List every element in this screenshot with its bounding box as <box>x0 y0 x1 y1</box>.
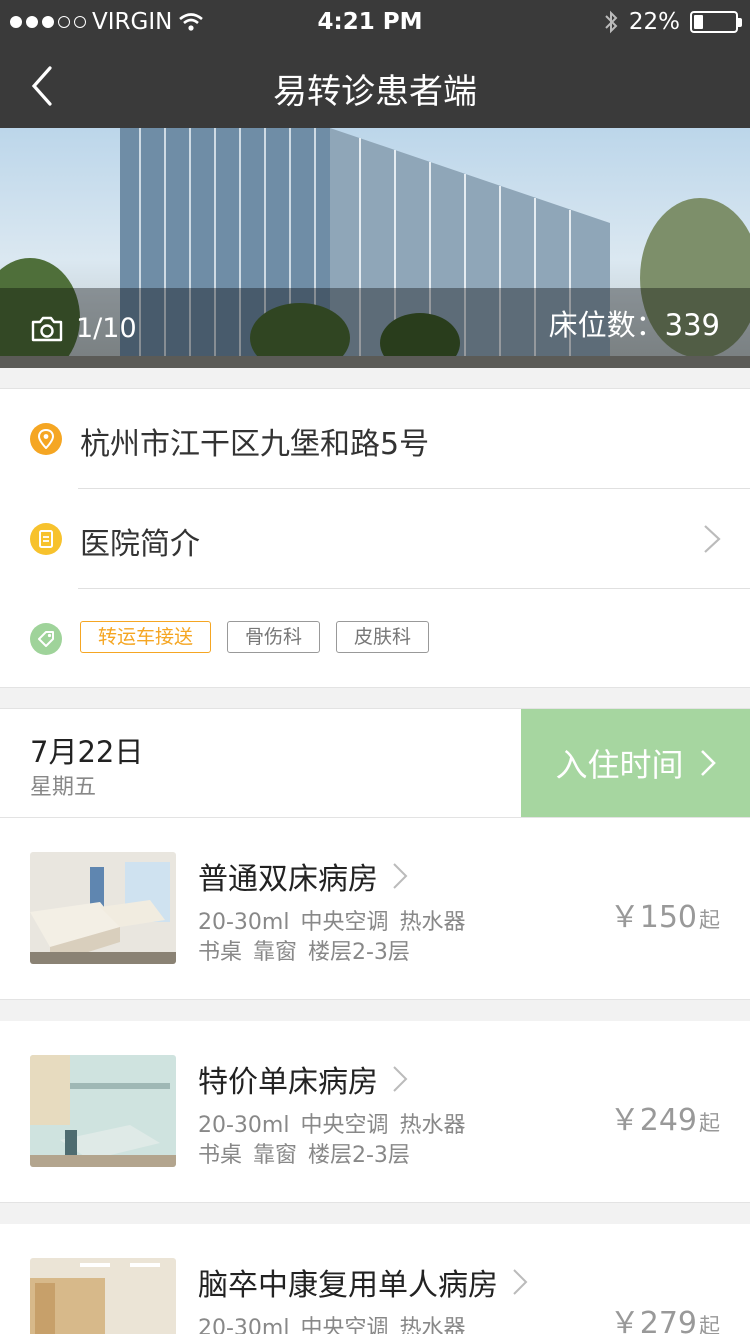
room-price: ￥249起 <box>610 1095 720 1139</box>
chevron-right-icon[interactable] <box>702 523 722 555</box>
page-title: 易转诊患者端 <box>273 72 477 112</box>
room-thumbnail <box>30 1055 176 1167</box>
checkin-time-button[interactable]: 入住时间 <box>521 709 750 817</box>
selected-date: 7月22日 <box>30 735 144 769</box>
room-name-text: 脑卒中康复用单人病房 <box>198 1268 498 1303</box>
bed-count: 床位数：339 <box>548 308 720 342</box>
room-name: 普通双床病房 <box>198 854 408 898</box>
hospital-intro-row[interactable]: 医院简介 <box>0 489 750 589</box>
tag-orthopedics: 骨伤科 <box>227 621 321 653</box>
room-name-text: 普通双床病房 <box>198 862 378 897</box>
room-price-value: ￥249 <box>609 1103 697 1138</box>
hospital-info-card: 杭州市江干区九堡和路5号 医院简介 转运车接送 骨伤科 皮肤科 <box>0 388 750 688</box>
chevron-right-icon <box>393 863 408 889</box>
room-name: 脑卒中康复用单人病房 <box>198 1260 528 1304</box>
room-item[interactable]: 脑卒中康复用单人病房 20-30ml 中央空调 热水器 ￥279起 <box>0 1224 750 1334</box>
tag-icon <box>30 623 62 655</box>
document-icon <box>30 523 62 555</box>
room-item[interactable]: 特价单床病房 20-30ml 中央空调 热水器 书桌 靠窗 楼层2-3层 ￥24… <box>0 1021 750 1203</box>
battery-icon <box>690 11 742 33</box>
status-bar: VIRGIN 4:21 PM 22% <box>0 0 750 44</box>
room-features-2: 书桌 靠窗 楼层2-3层 <box>198 940 410 965</box>
bluetooth-icon <box>605 10 618 34</box>
room-features: 20-30ml 中央空调 热水器 <box>198 910 466 935</box>
camera-icon <box>31 316 63 341</box>
room-price-unit: 起 <box>699 1314 720 1334</box>
chevron-right-icon <box>513 1269 528 1295</box>
date-bar: 7月22日 星期五 入住时间 <box>0 708 750 818</box>
room-item[interactable]: 普通双床病房 20-30ml 中央空调 热水器 书桌 靠窗 楼层2-3层 ￥15… <box>0 818 750 1000</box>
room-price-unit: 起 <box>699 908 720 932</box>
room-price-value: ￥150 <box>609 900 697 935</box>
room-thumbnail <box>30 852 176 964</box>
chevron-right-icon <box>700 750 716 776</box>
room-thumbnail <box>30 1258 176 1334</box>
room-name-text: 特价单床病房 <box>198 1065 378 1100</box>
tag-dermatology: 皮肤科 <box>336 621 430 653</box>
room-name: 特价单床病房 <box>198 1057 408 1101</box>
location-pin-icon <box>30 423 62 455</box>
service-tags: 转运车接送 骨伤科 皮肤科 <box>80 621 430 653</box>
top-bar: VIRGIN 4:21 PM 22% 易转诊患者端 <box>0 0 750 128</box>
room-price-value: ￥279 <box>609 1306 697 1334</box>
room-features: 20-30ml 中央空调 热水器 <box>198 1113 466 1138</box>
selected-weekday: 星期五 <box>30 775 97 800</box>
photo-index: 1/10 <box>76 313 137 344</box>
status-right: 22% <box>603 9 742 35</box>
checkin-time-label: 入住时间 <box>555 746 684 784</box>
chevron-right-icon <box>393 1066 408 1092</box>
battery-percent: 22% <box>628 9 680 35</box>
room-features-2: 书桌 靠窗 楼层2-3层 <box>198 1143 410 1168</box>
room-price: ￥279起 <box>610 1298 720 1334</box>
photo-counter: 1/10 <box>30 313 137 344</box>
hospital-photo-carousel[interactable]: 1/10 床位数：339 <box>0 128 750 368</box>
hospital-intro-label: 医院简介 <box>80 527 200 562</box>
room-price-unit: 起 <box>699 1111 720 1135</box>
address-row[interactable]: 杭州市江干区九堡和路5号 <box>0 389 750 489</box>
tag-transport: 转运车接送 <box>80 621 212 653</box>
room-features: 20-30ml 中央空调 热水器 <box>198 1316 466 1334</box>
room-price: ￥150起 <box>610 892 720 936</box>
nav-bar: 易转诊患者端 <box>0 44 750 128</box>
address-text: 杭州市江干区九堡和路5号 <box>80 427 430 462</box>
